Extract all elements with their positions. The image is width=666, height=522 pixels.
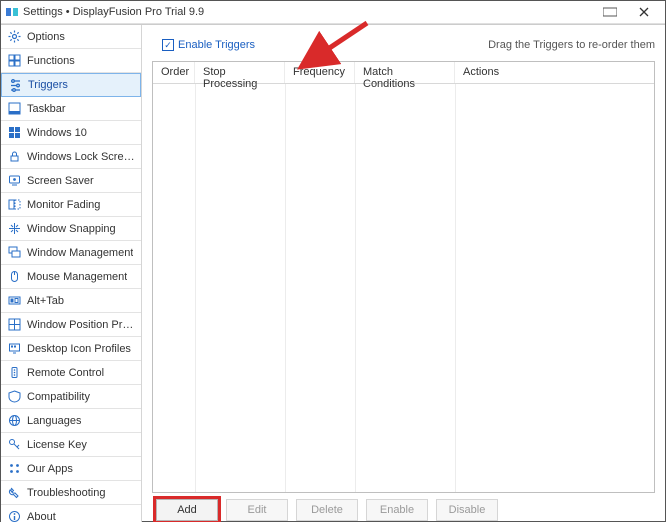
enable-button: Enable xyxy=(366,499,428,521)
sidebar-item-label: Windows 10 xyxy=(27,127,87,139)
app-icon xyxy=(5,5,19,19)
sidebar-item-label: Window Position Profiles xyxy=(27,319,135,331)
sidebar-item-our-apps[interactable]: Our Apps xyxy=(1,457,141,481)
apps-icon xyxy=(7,462,21,476)
drag-hint: Drag the Triggers to re-order them xyxy=(488,39,655,51)
sidebar-item-mouse-management[interactable]: Mouse Management xyxy=(1,265,141,289)
lang-icon xyxy=(7,414,21,428)
body: Options Functions Triggers Taskbar Windows 1… xyxy=(1,24,665,522)
mouse-icon xyxy=(7,270,21,284)
sidebar-item-label: Options xyxy=(27,31,65,43)
sidebar-item-monitor-fading[interactable]: Monitor Fading xyxy=(1,193,141,217)
overflow-button[interactable] xyxy=(593,1,627,23)
sidebar-item-label: Window Snapping xyxy=(27,223,116,235)
disable-button: Disable xyxy=(436,499,498,521)
edit-button: Edit xyxy=(226,499,288,521)
sidebar-item-label: Languages xyxy=(27,415,81,427)
screensaver-icon xyxy=(7,174,21,188)
position-icon xyxy=(7,318,21,332)
sidebar-item-about[interactable]: About xyxy=(1,505,141,522)
sidebar-item-label: License Key xyxy=(27,439,87,451)
sidebar-item-license-key[interactable]: License Key xyxy=(1,433,141,457)
col-actions[interactable]: Actions xyxy=(455,62,654,83)
add-button[interactable]: Add xyxy=(156,499,218,521)
sidebar-item-functions[interactable]: Functions xyxy=(1,49,141,73)
triggers-icon xyxy=(8,78,22,92)
sidebar-item-label: Desktop Icon Profiles xyxy=(27,343,131,355)
enable-triggers-checkbox[interactable]: ✓ Enable Triggers xyxy=(162,39,255,51)
windows-icon xyxy=(7,126,21,140)
sidebar: Options Functions Triggers Taskbar Windows 1… xyxy=(1,25,142,522)
sidebar-item-taskbar[interactable]: Taskbar xyxy=(1,97,141,121)
checkbox-icon: ✓ xyxy=(162,39,174,51)
sidebar-item-window-snapping[interactable]: Window Snapping xyxy=(1,217,141,241)
sidebar-item-label: Taskbar xyxy=(27,103,66,115)
titlebar: Settings • DisplayFusion Pro Trial 9.9 xyxy=(1,1,665,24)
sidebar-item-alt-tab[interactable]: Alt+Tab xyxy=(1,289,141,313)
sidebar-item-label: Window Management xyxy=(27,247,133,259)
lock-icon xyxy=(7,150,21,164)
snapping-icon xyxy=(7,222,21,236)
key-icon xyxy=(7,438,21,452)
desktop-icon xyxy=(7,342,21,356)
sidebar-item-label: Triggers xyxy=(28,79,68,91)
sidebar-item-label: Troubleshooting xyxy=(27,487,105,499)
top-row: ✓ Enable Triggers Drag the Triggers to r… xyxy=(152,31,655,59)
troubleshoot-icon xyxy=(7,486,21,500)
col-match-conditions[interactable]: Match Conditions xyxy=(355,62,455,83)
button-row: Add Edit Delete Enable Disable xyxy=(152,493,655,522)
sidebar-item-windows-10[interactable]: Windows 10 xyxy=(1,121,141,145)
sidebar-item-label: Our Apps xyxy=(27,463,73,475)
main-panel: ✓ Enable Triggers Drag the Triggers to r… xyxy=(142,25,665,522)
sidebar-item-label: Monitor Fading xyxy=(27,199,100,211)
sidebar-item-options[interactable]: Options xyxy=(1,25,141,49)
fading-icon xyxy=(7,198,21,212)
sidebar-item-windows-lock-screen[interactable]: Windows Lock Screen xyxy=(1,145,141,169)
settings-window: Settings • DisplayFusion Pro Trial 9.9 O… xyxy=(0,0,666,522)
sidebar-item-window-position-profiles[interactable]: Window Position Profiles xyxy=(1,313,141,337)
sidebar-item-label: About xyxy=(27,511,56,522)
window-title: Settings • DisplayFusion Pro Trial 9.9 xyxy=(23,6,593,18)
col-order[interactable]: Order xyxy=(153,62,195,83)
remote-icon xyxy=(7,366,21,380)
col-stop-processing[interactable]: Stop Processing xyxy=(195,62,285,83)
compat-icon xyxy=(7,390,21,404)
sidebar-item-label: Remote Control xyxy=(27,367,104,379)
delete-button: Delete xyxy=(296,499,358,521)
sidebar-item-troubleshooting[interactable]: Troubleshooting xyxy=(1,481,141,505)
sidebar-item-label: Functions xyxy=(27,55,75,67)
grid-header: Order Stop Processing Frequency Match Co… xyxy=(153,62,654,84)
sidebar-item-window-management[interactable]: Window Management xyxy=(1,241,141,265)
alttab-icon xyxy=(7,294,21,308)
sidebar-item-languages[interactable]: Languages xyxy=(1,409,141,433)
sidebar-item-label: Windows Lock Screen xyxy=(27,151,135,163)
sidebar-item-compatibility[interactable]: Compatibility xyxy=(1,385,141,409)
sidebar-item-label: Mouse Management xyxy=(27,271,127,283)
triggers-grid[interactable]: Order Stop Processing Frequency Match Co… xyxy=(152,61,655,493)
sidebar-item-label: Compatibility xyxy=(27,391,90,403)
grid-body[interactable] xyxy=(153,84,654,492)
sidebar-item-screen-saver[interactable]: Screen Saver xyxy=(1,169,141,193)
functions-icon xyxy=(7,54,21,68)
wm-icon xyxy=(7,246,21,260)
taskbar-icon xyxy=(7,102,21,116)
sidebar-item-triggers[interactable]: Triggers xyxy=(1,73,141,97)
sidebar-item-label: Alt+Tab xyxy=(27,295,64,307)
about-icon xyxy=(7,510,21,522)
sidebar-item-remote-control[interactable]: Remote Control xyxy=(1,361,141,385)
sidebar-item-label: Screen Saver xyxy=(27,175,94,187)
enable-triggers-label: Enable Triggers xyxy=(178,39,255,51)
close-button[interactable] xyxy=(627,1,661,23)
col-frequency[interactable]: Frequency xyxy=(285,62,355,83)
gear-icon xyxy=(7,30,21,44)
sidebar-item-desktop-icon-profiles[interactable]: Desktop Icon Profiles xyxy=(1,337,141,361)
